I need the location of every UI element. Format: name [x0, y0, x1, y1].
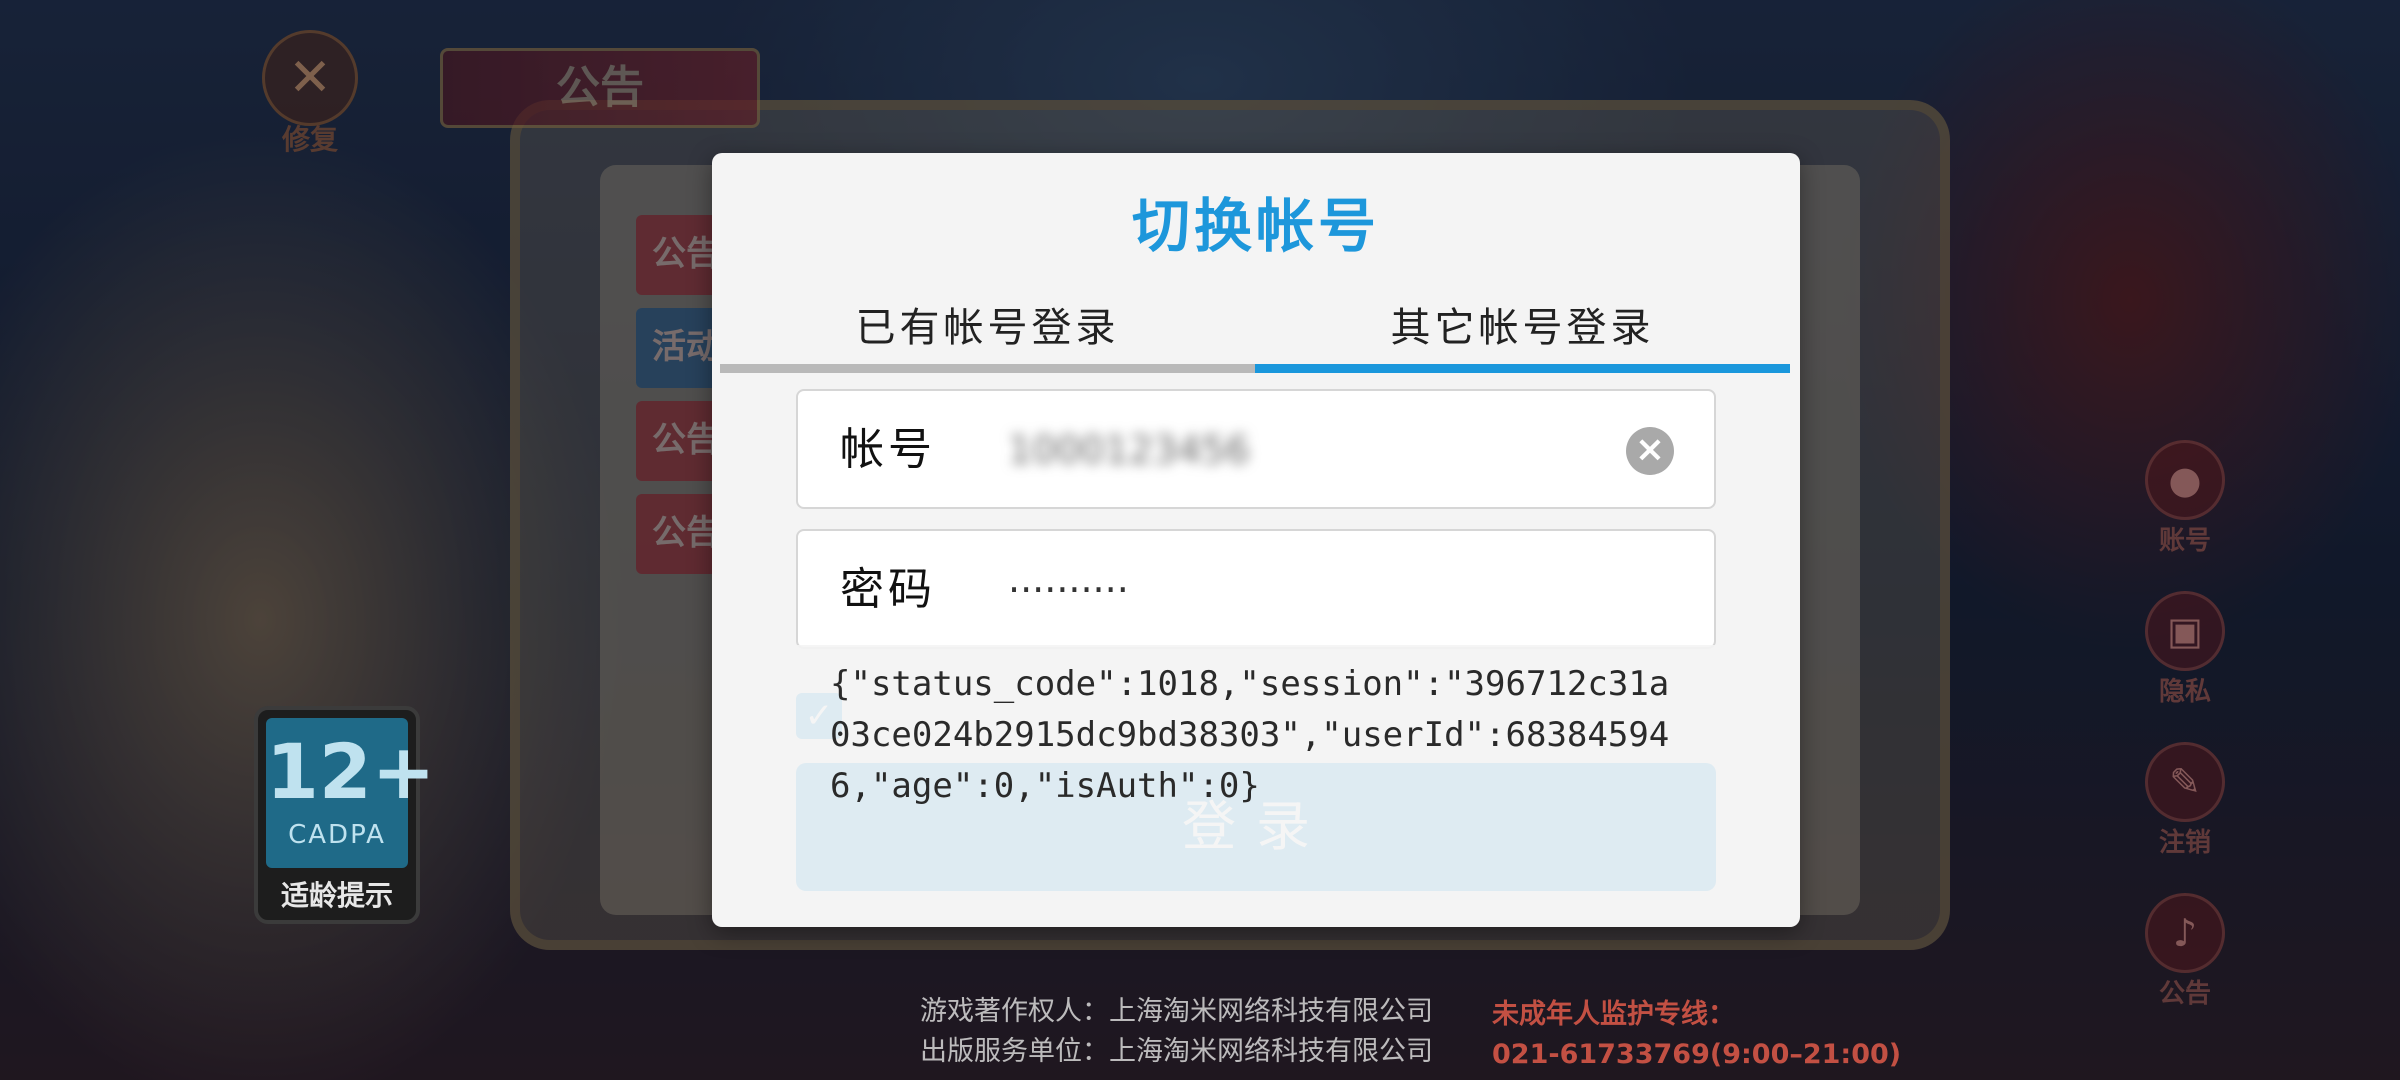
- footer-info: 游戏著作权人：上海淘米网络科技有限公司 出版服务单位：上海淘米网络科技有限公司: [920, 992, 1433, 1072]
- password-label: 密码: [840, 564, 936, 615]
- account-input[interactable]: 1000123456: [1008, 391, 1250, 509]
- account-field[interactable]: 帐号 1000123456 ×: [796, 389, 1716, 509]
- rating-org: CADPA: [288, 820, 386, 850]
- switch-account-dialog: 切换帐号 已有帐号登录 其它帐号登录 帐号 1000123456 × 密码 ··…: [712, 153, 1800, 927]
- dialog-title: 切换帐号: [1131, 192, 1380, 260]
- password-input[interactable]: ··········: [1008, 531, 1129, 649]
- age-rating-badge: 12+ CADPA 适龄提示: [254, 706, 436, 924]
- clear-icon[interactable]: ×: [1626, 427, 1674, 475]
- footer-hotline: 未成年人监护专线： 021-61733769(9:00–21:00): [1492, 995, 1901, 1075]
- publisher: 出版服务单位：上海淘米网络科技有限公司: [920, 1036, 1433, 1067]
- login-tabs: 已有帐号登录 其它帐号登录: [720, 283, 1790, 379]
- copyright-owner: 游戏著作权人：上海淘米网络科技有限公司: [920, 996, 1433, 1027]
- hotline-label: 未成年人监护专线：: [1492, 999, 1735, 1030]
- age-tip: 适龄提示: [280, 879, 393, 912]
- password-field[interactable]: 密码 ··········: [796, 529, 1716, 649]
- tab-other-account[interactable]: 其它帐号登录: [1255, 283, 1790, 373]
- hotline-number: 021-61733769(9:00–21:00): [1492, 1039, 1902, 1070]
- response-toast: {"status_code":1018,"session":"396712c31…: [796, 645, 1716, 891]
- age-rating: 12+: [266, 727, 436, 816]
- tab-existing-account[interactable]: 已有帐号登录: [720, 283, 1255, 373]
- account-label: 帐号: [840, 424, 936, 475]
